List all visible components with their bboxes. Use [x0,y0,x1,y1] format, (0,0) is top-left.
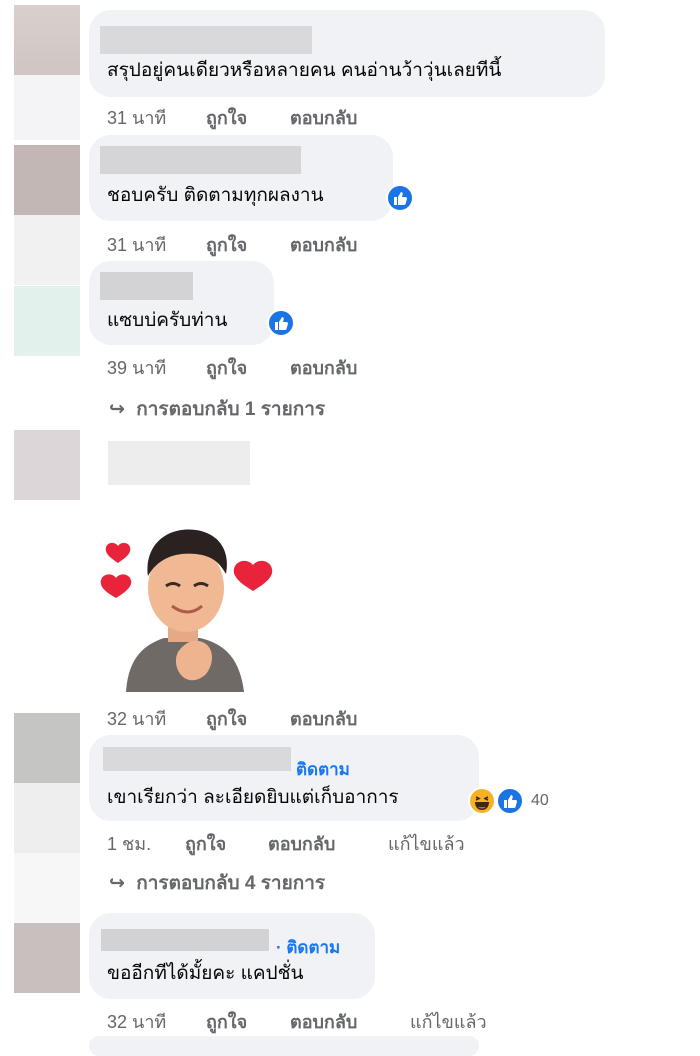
comment-text: ขออีกทีได้มั้ยคะ แคปชั่น [107,963,304,984]
comment-time[interactable]: 32 นาที [107,704,166,733]
edited-label[interactable]: แก้ไขแล้ว [410,1007,487,1036]
avatar-sticker[interactable] [98,520,278,692]
comment-time[interactable]: 32 นาที [107,1007,166,1036]
haha-icon[interactable] [468,787,496,815]
like-icon[interactable] [496,787,524,815]
reply-arrow-icon: ↪ [109,399,125,420]
avatar[interactable] [14,5,80,75]
reply-link[interactable]: ตอบกลับ [290,1007,357,1036]
author-name[interactable] [100,272,193,300]
comment-text: ชอบครับ ติดตามทุกผลงาน [107,185,324,206]
avatar[interactable] [14,430,80,500]
avatar[interactable] [14,286,80,356]
like-link[interactable]: ถูกใจ [206,353,247,382]
reaction-count[interactable]: 40 [531,792,549,810]
comment-time[interactable]: 39 นาที [107,353,166,382]
comment-time[interactable]: 31 นาที [107,103,166,132]
avatar [14,75,80,140]
replies-count-label: การตอบกลับ 4 รายการ [136,873,326,894]
comment-text: สรุปอยู่คนเดียวหรือหลายคน คนอ่านว้าวุ่นเ… [107,60,502,81]
view-replies-link[interactable]: ↪ การตอบกลับ 4 รายการ [109,868,325,898]
view-replies-link[interactable]: ↪ การตอบกลับ 1 รายการ [109,394,325,424]
author-name[interactable] [100,146,301,174]
comment-time[interactable]: 31 นาที [107,230,166,259]
avatar[interactable] [14,923,80,993]
avatar [14,215,80,285]
reply-link[interactable]: ตอบกลับ [268,829,335,858]
like-link[interactable]: ถูกใจ [206,230,247,259]
reply-link[interactable]: ตอบกลับ [290,353,357,382]
follow-link[interactable]: ติดตาม [296,756,350,783]
author-name[interactable] [108,441,250,485]
author-name[interactable] [103,747,291,771]
comment-text: เขาเรียกว่า ละเอียดยิบแต่เก็บอาการ [107,787,399,808]
like-link[interactable]: ถูกใจ [206,103,247,132]
reply-arrow-icon: ↪ [109,873,125,894]
author-name[interactable] [100,26,312,54]
like-link[interactable]: ถูกใจ [206,704,247,733]
comment-bubble [89,1036,479,1056]
avatar [14,853,80,923]
reply-link[interactable]: ตอบกลับ [290,230,357,259]
comment-text: แซบบ่ครับท่าน [107,310,228,331]
avatar[interactable] [14,145,80,215]
author-name[interactable] [101,929,269,951]
like-icon[interactable] [386,184,414,212]
like-link[interactable]: ถูกใจ [185,829,226,858]
avatar[interactable] [14,713,80,783]
reply-link[interactable]: ตอบกลับ [290,103,357,132]
like-icon[interactable] [267,309,295,337]
edited-label[interactable]: แก้ไขแล้ว [388,829,465,858]
replies-count-label: การตอบกลับ 1 รายการ [136,399,326,420]
reply-link[interactable]: ตอบกลับ [290,704,357,733]
comment-time[interactable]: 1 ชม. [107,829,151,858]
follow-link[interactable]: · ติดตาม [276,934,340,961]
avatar [14,783,80,853]
like-link[interactable]: ถูกใจ [206,1007,247,1036]
